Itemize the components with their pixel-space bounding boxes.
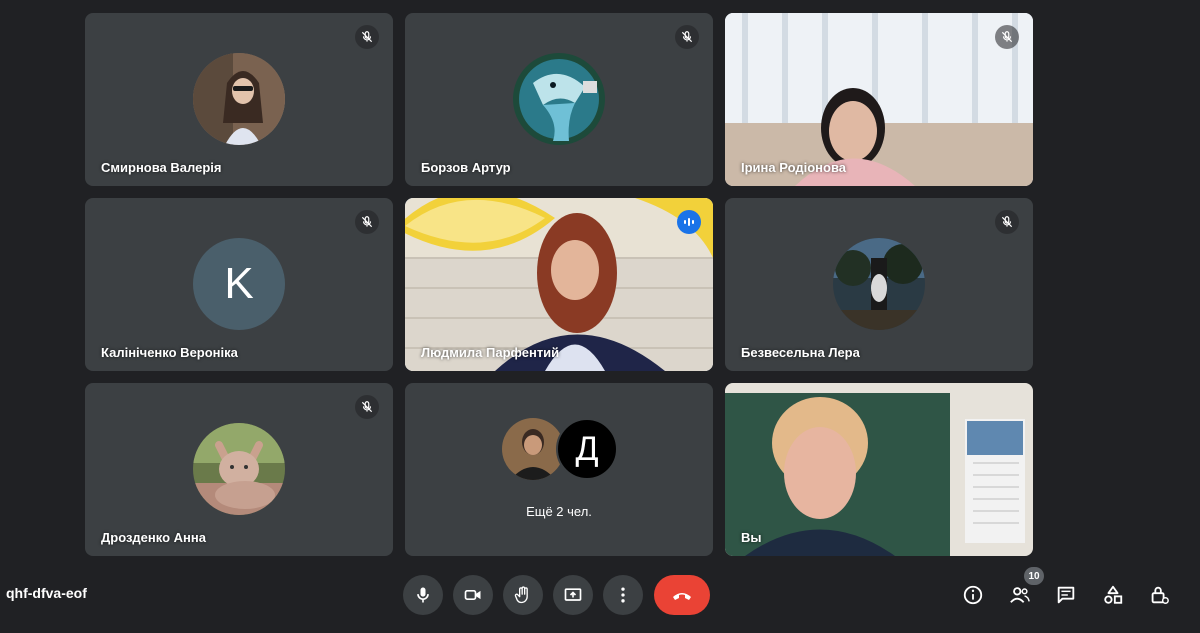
participant-name: Безвесельна Лера xyxy=(741,345,860,360)
microphone-icon xyxy=(417,587,429,603)
group-avatars: Д xyxy=(502,417,622,481)
chat-button[interactable] xyxy=(1048,577,1084,613)
camera-button[interactable] xyxy=(453,575,493,615)
muted-mic-icon xyxy=(355,25,379,49)
more-options-icon xyxy=(621,587,625,603)
more-participants-tile[interactable]: Д Ещё 2 чел. xyxy=(405,383,713,556)
participant-tile-bezveselna[interactable]: Безвесельна Лера xyxy=(725,198,1033,371)
muted-mic-icon xyxy=(995,25,1019,49)
speaking-indicator-icon xyxy=(677,210,701,234)
muted-mic-icon xyxy=(675,25,699,49)
meeting-info-button[interactable] xyxy=(955,577,991,613)
self-view-tile[interactable]: Вы xyxy=(725,383,1033,556)
camera-icon xyxy=(464,590,481,600)
info-icon xyxy=(963,585,983,605)
present-screen-icon xyxy=(564,588,582,601)
participants-count-badge: 10 xyxy=(1024,567,1044,585)
participant-tile-smyrnova[interactable]: Смирнова Валерія xyxy=(85,13,393,186)
host-controls-icon xyxy=(1151,586,1169,604)
self-video xyxy=(725,383,1033,556)
letter-avatar: K xyxy=(193,238,285,330)
people-button[interactable]: 10 xyxy=(1002,567,1044,613)
participant-tile-drozdenko[interactable]: Дрозденко Анна xyxy=(85,383,393,556)
participant-name: Людмила Парфентий xyxy=(421,345,560,360)
letter-avatar: Д xyxy=(556,418,618,480)
participant-name: Ірина Родіонова xyxy=(741,160,847,175)
more-options-button[interactable] xyxy=(603,575,643,615)
microphone-button[interactable] xyxy=(403,575,443,615)
activities-button[interactable] xyxy=(1095,577,1131,613)
muted-mic-icon xyxy=(995,210,1019,234)
end-call-button[interactable] xyxy=(654,575,710,615)
participant-name: Смирнова Валерія xyxy=(101,160,222,175)
people-icon xyxy=(1010,587,1030,603)
participant-avatar xyxy=(513,53,605,145)
participant-name: Борзов Артур xyxy=(421,160,511,175)
muted-mic-icon xyxy=(355,395,379,419)
participant-avatar xyxy=(502,418,564,480)
participant-avatar xyxy=(193,53,285,145)
end-call-icon xyxy=(673,593,691,600)
chat-icon xyxy=(1057,586,1075,604)
participant-avatar xyxy=(193,423,285,515)
participant-name: Дрозденко Анна xyxy=(101,530,206,545)
muted-mic-icon xyxy=(355,210,379,234)
present-screen-button[interactable] xyxy=(553,575,593,615)
meeting-code: qhf-dfva-eof xyxy=(6,585,87,601)
raise-hand-icon xyxy=(514,586,528,604)
participant-tile-rodionova[interactable]: Ірина Родіонова xyxy=(725,13,1033,186)
participant-avatar xyxy=(833,238,925,330)
participant-tile-borzov[interactable]: Борзов Артур xyxy=(405,13,713,186)
participant-tile-parfentiy[interactable]: Людмила Парфентий xyxy=(405,198,713,371)
more-participants-label: Ещё 2 чел. xyxy=(526,504,592,519)
participant-tile-kalinichenko[interactable]: K Калініченко Вероніка xyxy=(85,198,393,371)
participant-name: Калініченко Вероніка xyxy=(101,345,238,360)
participant-name: Вы xyxy=(741,530,762,545)
raise-hand-button[interactable] xyxy=(503,575,543,615)
activities-icon xyxy=(1104,585,1123,604)
host-controls-button[interactable] xyxy=(1141,577,1177,613)
